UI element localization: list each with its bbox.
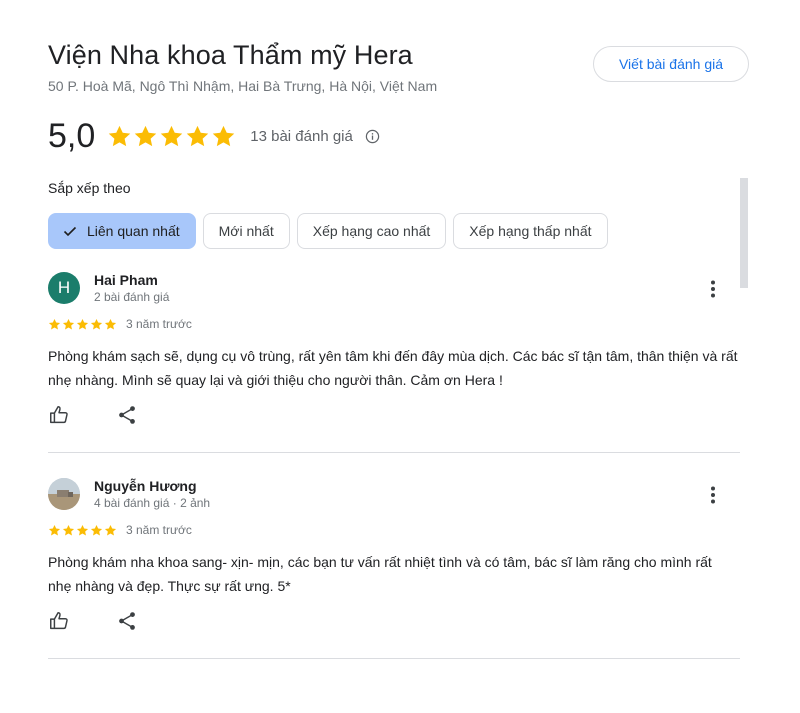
review-text: Phòng khám nha khoa sang- xịn- mịn, các …: [48, 554, 712, 594]
sort-chip-lowest[interactable]: Xếp hạng thấp nhất: [453, 213, 608, 249]
reviewer-name[interactable]: Nguyễn Hương: [94, 478, 197, 494]
sort-chip-label: Liên quan nhất: [87, 223, 180, 239]
rating-summary: 5,0 13 bài đánh giá: [48, 117, 380, 155]
star-icon: [90, 318, 103, 329]
rating-value: 5,0: [48, 117, 96, 155]
share-icon[interactable]: [116, 610, 138, 632]
more-options-icon[interactable]: [710, 280, 716, 298]
sort-chip-newest[interactable]: Mới nhất: [202, 213, 290, 249]
thumb-up-icon[interactable]: [48, 610, 70, 632]
star-icon: [76, 524, 89, 535]
star-icon: [48, 524, 61, 535]
review-time: 3 năm trước: [126, 317, 192, 331]
reviewer-meta: 2 bài đánh giá: [94, 290, 170, 304]
star-icon: [187, 125, 209, 146]
review-card: H Hai Pham 2 bài đánh giá 3 năm trước Ph…: [48, 272, 740, 432]
write-review-button[interactable]: Viết bài đánh giá: [593, 46, 749, 82]
info-icon[interactable]: [365, 129, 380, 144]
sort-chips: Liên quan nhất Mới nhất Xếp hạng cao nhấ…: [48, 213, 615, 249]
review-stars: [48, 318, 118, 331]
review-stars: [48, 524, 118, 537]
star-icon: [109, 125, 131, 146]
review-actions: [48, 404, 138, 426]
star-icon: [76, 318, 89, 329]
thumb-up-icon[interactable]: [48, 404, 70, 426]
reviewer-meta: 4 bài đánh giá · 2 ảnh: [94, 496, 211, 510]
star-icon: [104, 318, 117, 329]
review-count[interactable]: 13 bài đánh giá: [250, 128, 353, 145]
sort-chip-highest[interactable]: Xếp hạng cao nhất: [296, 213, 447, 249]
review-rating: 3 năm trước: [48, 317, 192, 331]
avatar[interactable]: H: [48, 272, 80, 304]
star-icon: [104, 524, 117, 535]
sort-chip-label: Mới nhất: [218, 223, 274, 239]
star-icon: [62, 318, 75, 329]
avatar[interactable]: [48, 478, 80, 510]
sort-label: Sắp xếp theo: [48, 180, 131, 196]
check-icon: [61, 222, 79, 240]
review-text: Phòng khám sạch sẽ, dụng cụ vô trùng, rấ…: [48, 348, 738, 388]
more-options-icon[interactable]: [710, 486, 716, 504]
star-icon: [90, 524, 103, 535]
review-card: Nguyễn Hương 4 bài đánh giá · 2 ảnh 3 nă…: [48, 478, 740, 638]
sort-chip-label: Xếp hạng thấp nhất: [469, 223, 592, 239]
sort-chip-label: Xếp hạng cao nhất: [312, 223, 431, 239]
scrollbar-thumb[interactable]: [740, 178, 748, 288]
review-actions: [48, 610, 138, 632]
star-icon: [213, 125, 235, 146]
place-address: 50 P. Hoà Mã, Ngô Thì Nhậm, Hai Bà Trưng…: [48, 78, 438, 94]
star-icon: [48, 318, 61, 329]
review-rating: 3 năm trước: [48, 523, 192, 537]
share-icon[interactable]: [116, 404, 138, 426]
review-divider: [48, 658, 740, 659]
review-time: 3 năm trước: [126, 523, 192, 537]
star-icon: [62, 524, 75, 535]
sort-chip-relevant[interactable]: Liên quan nhất: [48, 213, 196, 249]
place-title: Viện Nha khoa Thẩm mỹ Hera: [48, 40, 413, 70]
star-icon: [135, 125, 157, 146]
star-icon: [161, 125, 183, 146]
rating-stars: [107, 124, 237, 149]
reviewer-name[interactable]: Hai Pham: [94, 272, 158, 288]
review-divider: [48, 452, 740, 453]
